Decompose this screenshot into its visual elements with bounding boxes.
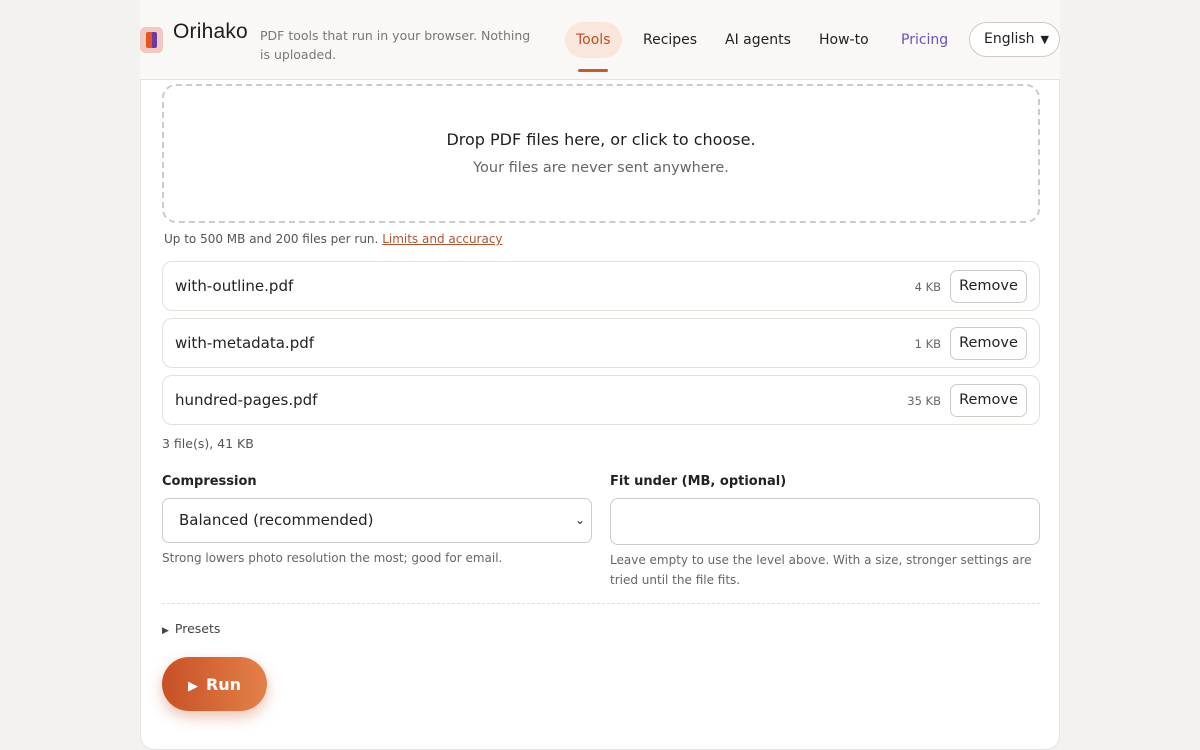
remove-file-button[interactable]: Remove <box>950 327 1027 360</box>
compression-select[interactable]: Balanced (recommended) ⌄ <box>162 498 592 543</box>
file-size: 35 KB <box>907 394 941 408</box>
presets-toggle[interactable]: ▶ Presets <box>162 621 220 636</box>
orihako-logo-icon[interactable] <box>140 27 163 53</box>
language-select[interactable]: English ▼ <box>969 22 1060 57</box>
file-name: with-metadata.pdf <box>175 334 315 352</box>
nav-active-indicator <box>578 69 608 72</box>
run-label: Run <box>205 674 242 694</box>
caret-right-icon: ▶ <box>162 626 169 636</box>
nav-pricing[interactable]: Pricing <box>901 22 948 58</box>
file-dropzone[interactable]: Drop PDF files here, or click to choose.… <box>162 84 1040 223</box>
file-row: with-metadata.pdf 1 KB Remove <box>162 318 1040 368</box>
fit-under-help: Leave empty to use the level above. With… <box>610 553 1032 587</box>
tool-card: Drop PDF files here, or click to choose.… <box>140 80 1060 750</box>
nav-how-to[interactable]: How-to <box>819 22 869 58</box>
file-row: hundred-pages.pdf 35 KB Remove <box>162 375 1040 425</box>
nav-tools[interactable]: Tools <box>565 22 622 58</box>
remove-file-button[interactable]: Remove <box>950 270 1027 303</box>
run-button[interactable]: ▶ Run <box>162 657 267 711</box>
limits-text: Up to 500 MB and 200 files per run. <box>164 232 379 246</box>
chevron-down-icon: ⌄ <box>574 513 585 527</box>
compression-help: Strong lowers photo resolution the most;… <box>162 551 503 565</box>
nav-recipes[interactable]: Recipes <box>643 22 697 58</box>
file-size: 4 KB <box>914 280 941 294</box>
file-name: hundred-pages.pdf <box>175 391 318 409</box>
file-summary: 3 file(s), 41 KB <box>162 436 254 451</box>
limits-link[interactable]: Limits and accuracy <box>382 232 502 246</box>
dropzone-subtitle: Your files are never sent anywhere. <box>473 160 729 176</box>
brand-tagline: PDF tools that run in your browser. Noth… <box>260 28 531 62</box>
compression-value: Balanced (recommended) <box>179 511 374 529</box>
top-header: Orihako PDF tools that run in your brows… <box>140 0 1060 80</box>
dropzone-title: Drop PDF files here, or click to choose. <box>446 130 756 149</box>
file-row: with-outline.pdf 4 KB Remove <box>162 261 1040 311</box>
file-size: 1 KB <box>914 337 941 351</box>
presets-label: Presets <box>174 621 221 636</box>
brand-name[interactable]: Orihako <box>173 20 248 44</box>
remove-file-button[interactable]: Remove <box>950 384 1027 417</box>
fit-under-label: Fit under (MB, optional) <box>610 474 787 489</box>
file-name: with-outline.pdf <box>175 277 294 295</box>
fit-under-input[interactable] <box>610 498 1040 545</box>
language-value: English <box>984 31 1035 47</box>
compression-label: Compression <box>162 474 257 489</box>
section-divider <box>162 603 1040 604</box>
play-icon: ▶ <box>187 678 198 694</box>
limits-note: Up to 500 MB and 200 files per run. Limi… <box>164 232 503 246</box>
chevron-down-icon: ▼ <box>1040 33 1049 46</box>
nav-ai-agents[interactable]: AI agents <box>725 22 791 58</box>
